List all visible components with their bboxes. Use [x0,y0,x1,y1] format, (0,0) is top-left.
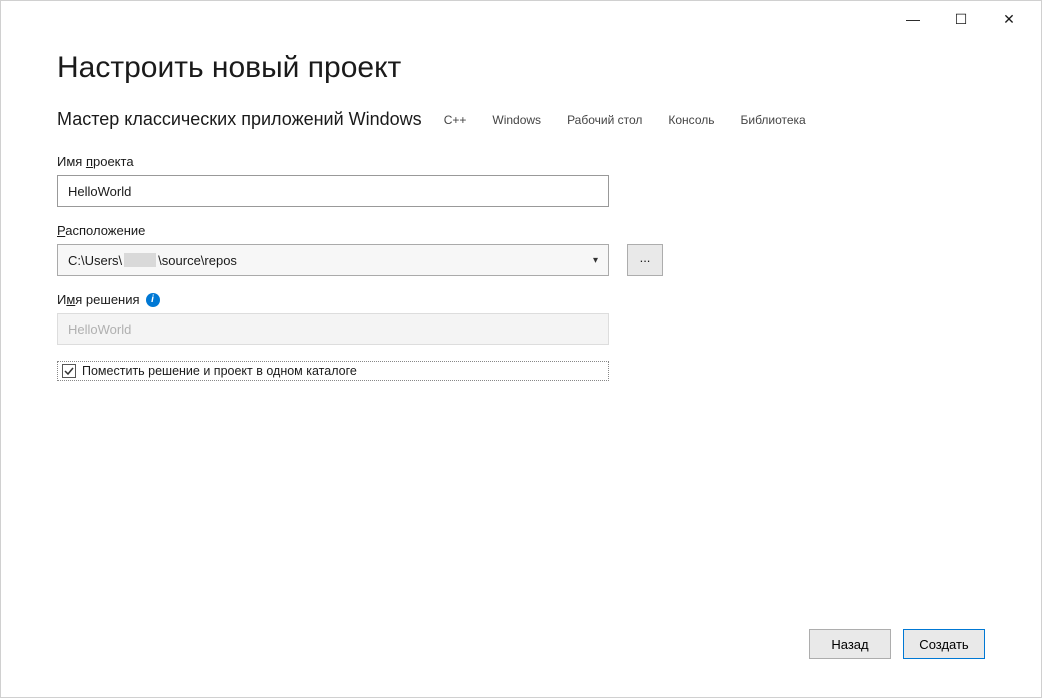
same-directory-label: Поместить решение и проект в одном катал… [82,364,357,378]
solution-name-label: Имя решения [57,292,140,307]
tag-desktop: Рабочий стол [563,111,646,129]
window-controls: — ☐ ✕ [899,1,1041,37]
close-icon[interactable]: ✕ [995,5,1023,33]
same-directory-checkbox-row[interactable]: Поместить решение и проект в одном катал… [57,361,609,381]
browse-button[interactable]: ... [627,244,663,276]
back-button[interactable]: Назад [809,629,891,659]
tag-windows: Windows [488,111,545,129]
info-icon[interactable]: i [146,293,160,307]
chevron-down-icon: ▾ [593,255,598,266]
redacted-username [124,253,156,267]
location-label: Расположение [57,223,985,238]
solution-name-input: HelloWorld [57,313,609,345]
project-name-label: Имя проекта [57,154,985,169]
check-icon [64,366,74,376]
tag-console: Консоль [664,111,718,129]
page-title: Настроить новый проект [57,51,985,85]
subtitle: Мастер классических приложений Windows [57,109,422,130]
location-combo[interactable]: C:\Users\\source\repos ▾ [57,244,609,276]
tag-cpp: C++ [440,111,471,129]
tag-library: Библиотека [736,111,809,129]
location-value: C:\Users\\source\repos [68,253,237,268]
project-name-input[interactable] [57,175,609,207]
same-directory-checkbox[interactable] [62,364,76,378]
create-button[interactable]: Создать [903,629,985,659]
maximize-icon[interactable]: ☐ [947,5,975,33]
minimize-icon[interactable]: — [899,5,927,33]
